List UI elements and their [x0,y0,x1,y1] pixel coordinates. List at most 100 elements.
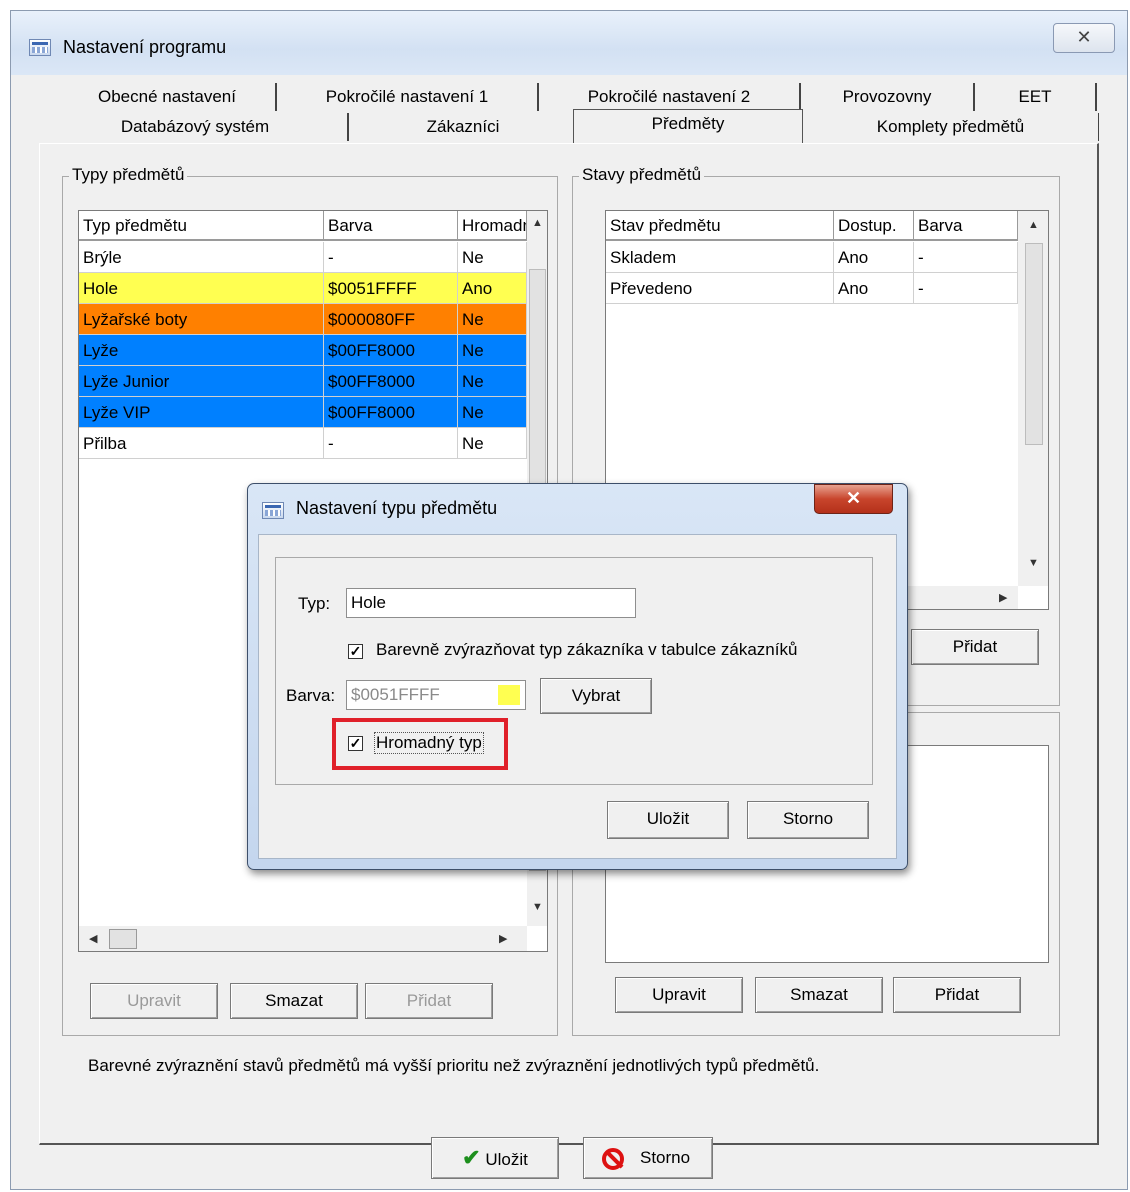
column-header-type[interactable]: Typ předmětu [79,211,324,241]
table-cell: - [324,242,458,273]
dialog-close-icon: ✕ [845,488,862,508]
type-input[interactable]: Hole [346,588,636,618]
table-row[interactable]: Lyžařské boty $000080FF Ne [79,304,527,335]
column-header-available[interactable]: Dostup. [834,211,914,241]
table-cell: Hole [79,273,324,304]
lower-edit-button[interactable]: Upravit [615,977,743,1013]
window-title: Nastavení programu [63,37,227,57]
checkmark-icon: ✓ [349,643,362,659]
types-add-button[interactable]: Přidat [365,983,493,1019]
table-cell: Ne [458,335,527,366]
tab-eet[interactable]: EET [975,83,1097,111]
types-delete-button[interactable]: Smazat [230,983,358,1019]
states-scroll-down-icon[interactable]: ▼ [1028,557,1039,569]
states-vertical-scrollbar[interactable]: ▲ ▼ [1018,211,1048,586]
tab-row-2: Databázový systém Zákazníci Předměty Kom… [43,109,1099,143]
footer-save-label: Uložit [485,1150,528,1169]
tab-advanced-2[interactable]: Pokročilé nastavení 2 [539,83,801,111]
table-cell: Brýle [79,242,324,273]
stop-icon [602,1148,624,1170]
states-scroll-thumb[interactable] [1025,243,1043,445]
type-label: Typ: [298,594,331,613]
column-header-color[interactable]: Barva [324,211,458,241]
lower-add-button[interactable]: Přidat [893,977,1021,1013]
tab-branches[interactable]: Provozovny [801,83,975,111]
states-scroll-up-icon[interactable]: ▲ [1028,219,1039,231]
states-scroll-right-icon[interactable]: ▶ [999,591,1007,604]
table-cell: $00FF8000 [324,397,458,428]
scroll-up-icon[interactable]: ▲ [532,217,543,229]
table-row[interactable]: Lyže $00FF8000 Ne [79,335,527,366]
tab-advanced-1[interactable]: Pokročilé nastavení 1 [277,83,539,111]
bulk-checkmark-icon: ✓ [349,735,362,751]
table-row[interactable]: Hole $0051FFFF Ano [79,273,527,304]
color-label: Barva: [286,686,336,705]
types-grid-header: Typ předmětu Barva Hromadný [79,211,527,242]
table-cell: Převedeno [606,273,834,304]
scroll-left-icon[interactable]: ◀ [89,932,97,945]
table-cell: Přilba [79,428,324,459]
table-cell: Ne [458,304,527,335]
dialog-fieldset: Typ: Hole ✓ Barevně zvýrazňovat typ záka… [275,557,873,785]
table-cell: $00FF8000 [324,335,458,366]
title-bar[interactable]: Nastavení programu ✕ [11,11,1127,75]
lower-delete-button[interactable]: Smazat [755,977,883,1013]
footer-save-button[interactable]: ✔ Uložit [431,1137,559,1179]
table-cell: $000080FF [324,304,458,335]
hscroll-thumb[interactable] [109,929,137,949]
tab-general[interactable]: Obecné nastavení [59,83,277,111]
footer-cancel-label: Storno [640,1148,691,1167]
table-cell: Skladem [606,242,834,273]
table-cell: Ano [834,273,914,304]
tab-row-1: Obecné nastavení Pokročilé nastavení 1 P… [59,83,1099,111]
table-cell: Lyže [79,335,324,366]
item-type-dialog: Nastavení typu předmětu ✕ Typ: Hole ✓ Ba… [247,483,908,870]
table-cell: Lyže Junior [79,366,324,397]
dialog-cancel-button[interactable]: Storno [747,801,869,839]
table-row[interactable]: Lyže VIP $00FF8000 Ne [79,397,527,428]
footer-cancel-button[interactable]: Storno [583,1137,713,1179]
bulk-type-checkbox[interactable]: ✓ [348,736,363,751]
table-cell: - [324,428,458,459]
table-row[interactable]: Lyže Junior $00FF8000 Ne [79,366,527,397]
table-row[interactable]: Skladem Ano - [606,242,1018,273]
table-cell: Ano [834,242,914,273]
table-cell: Ne [458,428,527,459]
close-button[interactable]: ✕ [1053,23,1115,53]
types-edit-button[interactable]: Upravit [90,983,218,1019]
scroll-down-icon[interactable]: ▼ [532,901,543,913]
table-cell: $00FF8000 [324,366,458,397]
table-cell: - [914,242,1018,273]
scroll-right-icon[interactable]: ▶ [499,932,507,945]
app-icon [29,39,51,56]
highlight-checkbox[interactable]: ✓ [348,644,363,659]
types-horizontal-scrollbar[interactable]: ◀ ▶ [79,926,527,951]
table-row[interactable]: Převedeno Ano - [606,273,1018,304]
states-add-button[interactable]: Přidat [911,629,1039,665]
table-row[interactable]: Přilba - Ne [79,428,527,459]
check-icon: ✔ [462,1145,481,1170]
close-icon: ✕ [1076,27,1092,47]
table-cell: Ne [458,397,527,428]
column-header-state[interactable]: Stav předmětu [606,211,834,241]
bulk-type-label: Hromadný typ [374,732,484,754]
table-row[interactable]: Brýle - Ne [79,242,527,273]
column-header-bulk[interactable]: Hromadný [458,211,527,241]
dialog-app-icon [262,502,284,519]
tab-database[interactable]: Databázový systém [43,113,349,141]
types-group-title: Typy předmětů [69,165,188,185]
column-header-state-color[interactable]: Barva [914,211,1018,241]
dialog-save-button[interactable]: Uložit [607,801,729,839]
tab-customers[interactable]: Zákazníci [349,113,579,141]
pick-color-button[interactable]: Vybrat [540,678,652,714]
priority-note: Barevné zvýraznění stavů předmětů má vyš… [88,1056,820,1075]
table-cell: Lyžařské boty [79,304,324,335]
dialog-close-button[interactable]: ✕ [814,484,893,514]
color-swatch [498,685,520,705]
dialog-title: Nastavení typu předmětu [296,498,498,518]
tab-items[interactable]: Předměty [573,109,803,143]
states-grid-header: Stav předmětu Dostup. Barva [606,211,1018,242]
table-cell: Ano [458,273,527,304]
states-group-title: Stavy předmětů [579,165,705,185]
tab-item-sets[interactable]: Komplety předmětů [803,113,1099,141]
